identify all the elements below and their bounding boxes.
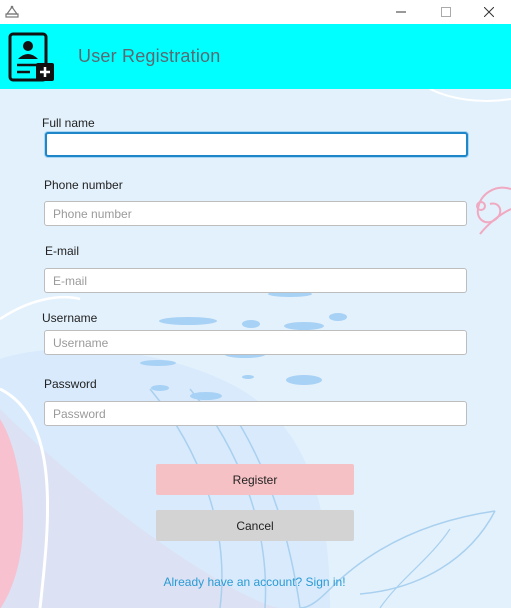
sign-in-link[interactable]: Already have an account? Sign in! [0, 575, 511, 589]
sign-in-link-text[interactable]: Already have an account? Sign in! [163, 575, 345, 589]
username-label: Username [42, 311, 98, 325]
phone-input[interactable] [44, 201, 467, 226]
register-button[interactable]: Register [156, 464, 354, 495]
close-icon [484, 7, 494, 17]
username-input[interactable] [44, 330, 467, 355]
close-button[interactable] [466, 0, 511, 24]
maximize-button[interactable] [423, 0, 469, 24]
email-input[interactable] [44, 268, 467, 293]
maximize-icon [441, 7, 451, 17]
window-titlebar [0, 0, 511, 24]
minimize-icon [396, 11, 406, 13]
app-icon [5, 5, 19, 18]
app-header: User Registration [0, 24, 511, 89]
email-label: E-mail [45, 244, 80, 258]
minimize-button[interactable] [378, 0, 424, 24]
phone-label: Phone number [44, 178, 123, 192]
registration-form: Full name Phone number E-mail Username P… [0, 89, 511, 608]
password-label: Password [44, 377, 97, 391]
password-input[interactable] [44, 401, 467, 426]
full-name-input[interactable] [45, 132, 468, 157]
full-name-label: Full name [42, 116, 95, 130]
add-user-icon [8, 32, 54, 82]
cancel-button[interactable]: Cancel [156, 510, 354, 541]
page-title: User Registration [78, 46, 221, 66]
